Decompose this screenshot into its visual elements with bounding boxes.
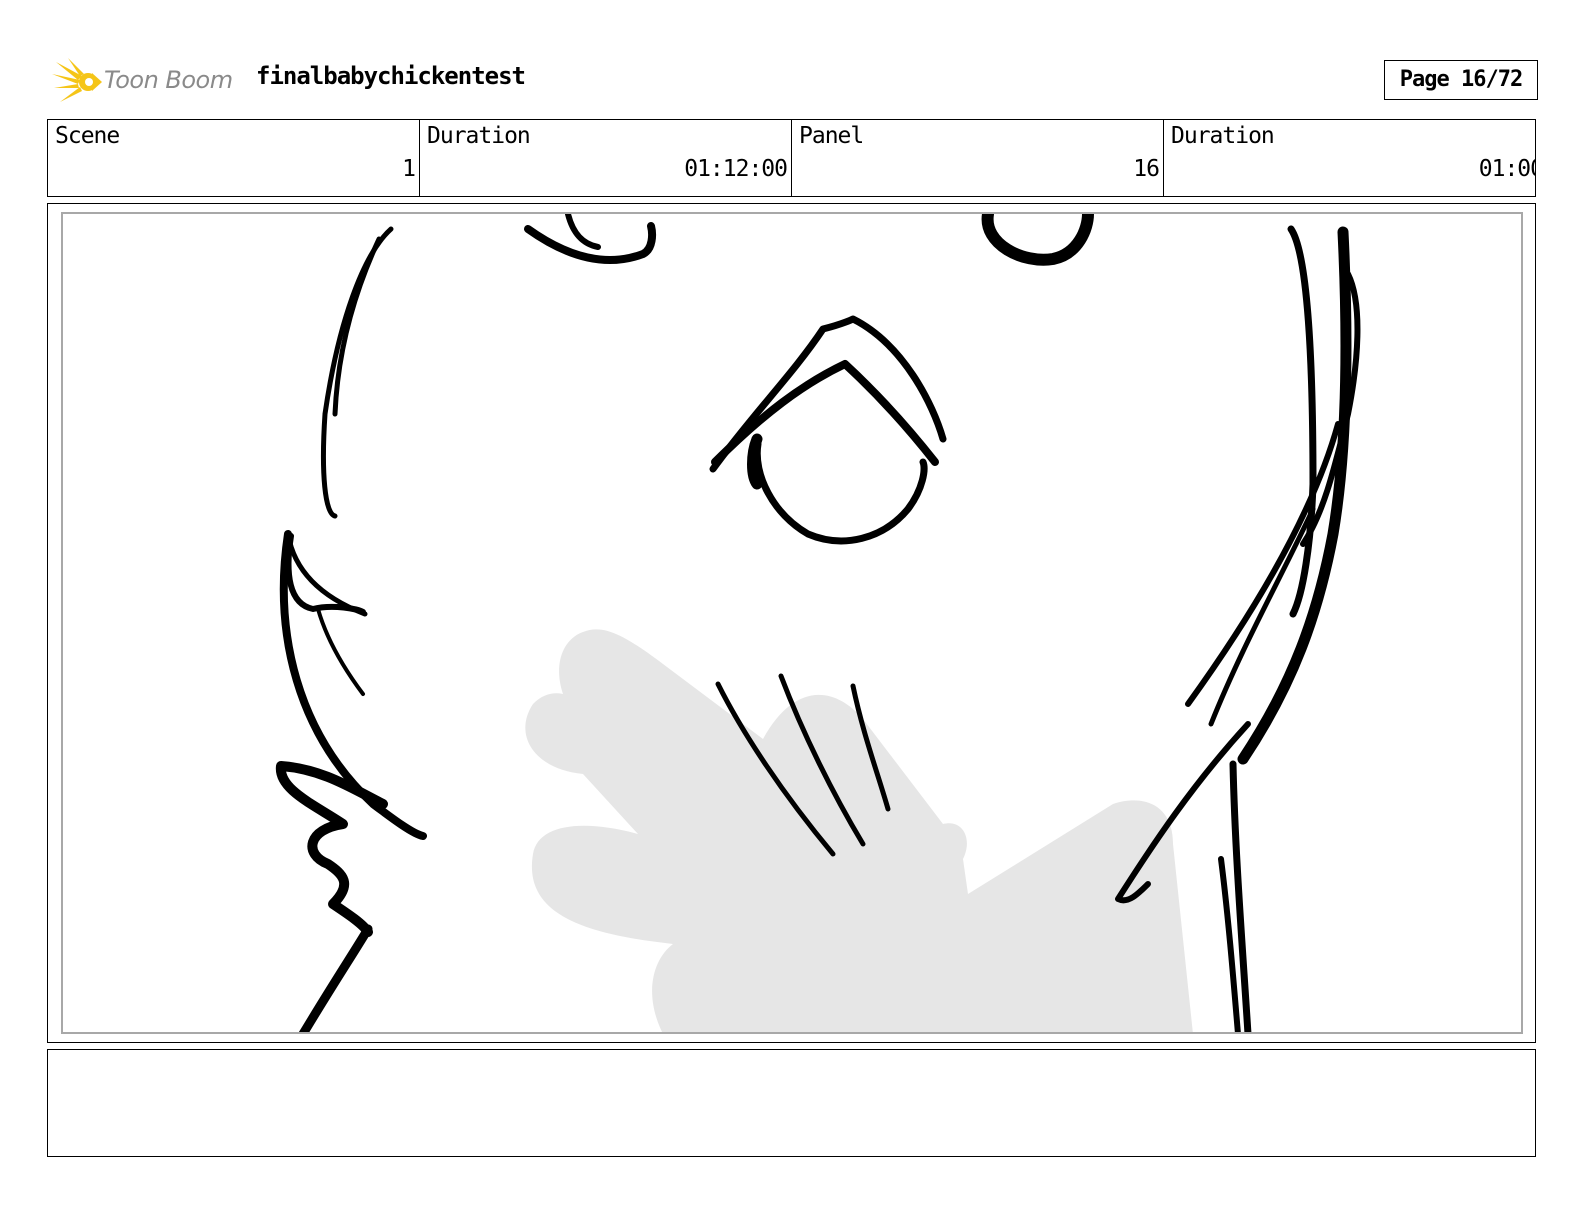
sketch-body-left-lower (298, 924, 373, 1032)
panel-info-row: Scene 1 Duration 01:12:00 Panel 16 Durat… (47, 119, 1536, 197)
logo-wordmark: Toon Boom (104, 66, 233, 94)
panel-value: 16 (1133, 156, 1160, 182)
panel-duration-value: 01:00 (1478, 156, 1535, 182)
panel-notes-box (47, 1049, 1536, 1157)
scene-label: Scene (55, 123, 120, 149)
panel-duration-cell: Duration 01:00 (1164, 120, 1535, 196)
sketch-head-left-3 (285, 533, 366, 615)
sketch-mouth (753, 440, 928, 545)
scene-duration-cell: Duration 01:12:00 (420, 120, 792, 196)
sketch-drawing (275, 214, 1361, 1032)
sketch-beak-lower (711, 360, 939, 466)
sketch-beak-upper (709, 315, 947, 473)
scene-duration-label: Duration (427, 123, 531, 149)
storyboard-panel-image (61, 212, 1523, 1034)
storyboard-panel-frame (47, 203, 1536, 1043)
sketch-tone-shape (525, 629, 1193, 1032)
scene-duration-value: 01:12:00 (684, 156, 788, 182)
panel-label: Panel (799, 123, 864, 149)
sketch-feather-left (275, 761, 388, 937)
toon-boom-logo: Toon Boom (52, 56, 242, 108)
sketch-cheek-left (316, 607, 365, 696)
sketch-head-left-1 (320, 226, 394, 519)
project-title: finalbabychickentest (256, 62, 526, 90)
sketch-head-right-1 (1287, 225, 1317, 618)
sketch-eye-left-inner (565, 214, 601, 250)
scene-cell: Scene 1 (48, 120, 420, 196)
page-number: Page 16/72 (1384, 60, 1538, 100)
sketch-head-right-5 (1208, 506, 1316, 727)
sketch-mouth-left-mark (747, 433, 763, 490)
panel-duration-label: Duration (1171, 123, 1275, 149)
panel-cell: Panel 16 (792, 120, 1164, 196)
sketch-head-right-2 (1237, 226, 1352, 765)
sketch-eye-right (981, 214, 1094, 266)
scene-value: 1 (402, 156, 416, 182)
toon-boom-burst-icon (52, 58, 102, 102)
